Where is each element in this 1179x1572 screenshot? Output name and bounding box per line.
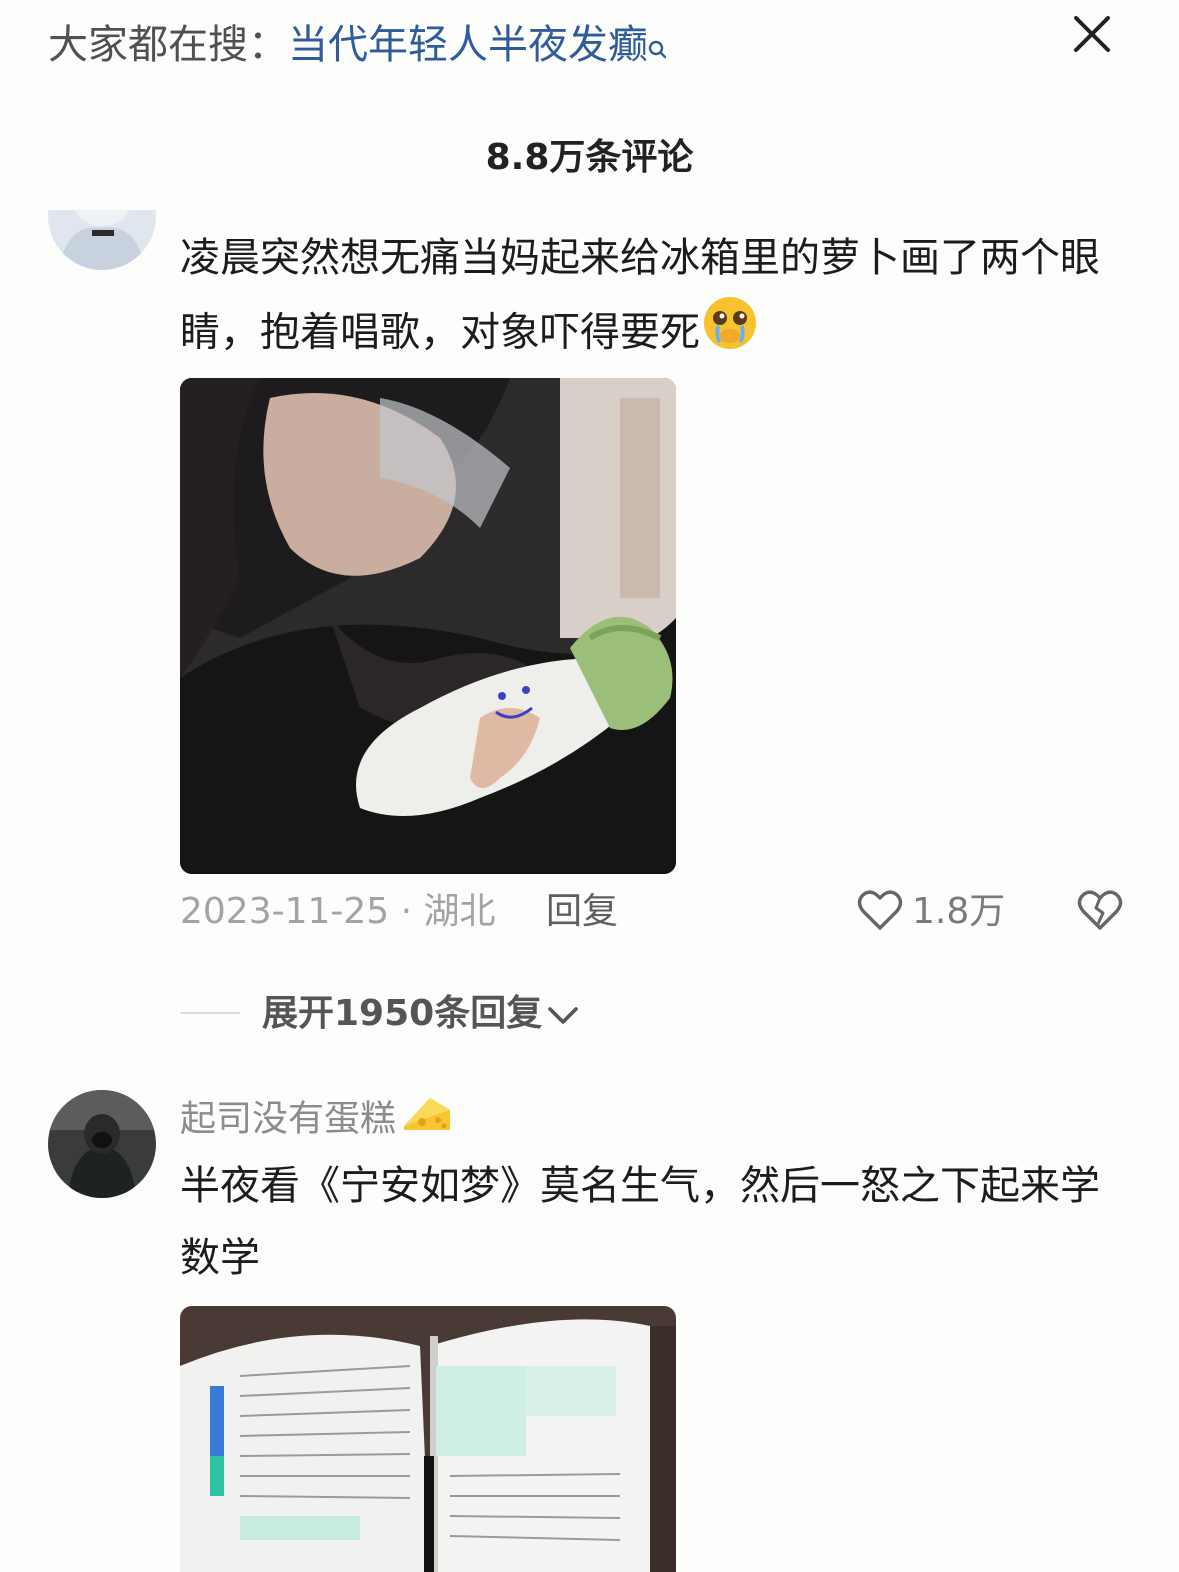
avatar[interactable] — [48, 1090, 156, 1198]
comment-text: 半夜看《宁安如梦》莫名生气，然后一怒之下起来学数学 — [180, 1163, 1100, 1281]
search-icon — [648, 22, 667, 59]
comment-text: 凌晨突然想无痛当妈起来给冰箱里的萝卜画了两个眼睛，抱着唱歌，对象吓得要死 — [180, 222, 1120, 375]
dislike-button[interactable] — [1076, 886, 1126, 936]
cheese-emoji — [400, 1092, 454, 1149]
comment-photo[interactable] — [180, 378, 676, 874]
divider — [180, 1012, 240, 1014]
chevron-down-icon — [548, 1007, 579, 1024]
username-text: 起司没有蛋糕 — [180, 1098, 397, 1140]
expand-replies-label: 展开1950条回复 — [262, 993, 543, 1034]
expand-replies-button[interactable]: 展开1950条回复 — [262, 990, 580, 1038]
broken-heart-icon — [1077, 890, 1123, 930]
close-icon — [1074, 16, 1110, 52]
comment-body: 凌晨突然想无痛当妈起来给冰箱里的萝卜画了两个眼睛，抱着唱歌，对象吓得要死 — [180, 235, 1100, 356]
comment-photo[interactable] — [180, 1306, 676, 1572]
crying-face-emoji — [700, 294, 760, 375]
search-prefix: 大家都在搜： — [48, 22, 288, 68]
username[interactable]: 起司没有蛋糕 — [180, 1092, 454, 1149]
close-button[interactable] — [1066, 8, 1118, 60]
reply-button[interactable]: 回复 — [546, 888, 618, 936]
search-suggestion[interactable]: 大家都在搜：当代年轻人半夜发癫 — [48, 18, 667, 72]
like-button[interactable] — [856, 886, 904, 936]
date-location: 2023-11-25 · 湖北 — [180, 891, 496, 932]
heart-icon — [857, 890, 903, 930]
comment-count: 8.8万条评论 — [485, 137, 694, 178]
search-keyword-link[interactable]: 当代年轻人半夜发癫 — [288, 22, 648, 68]
like-count: 1.8万 — [912, 891, 1006, 932]
